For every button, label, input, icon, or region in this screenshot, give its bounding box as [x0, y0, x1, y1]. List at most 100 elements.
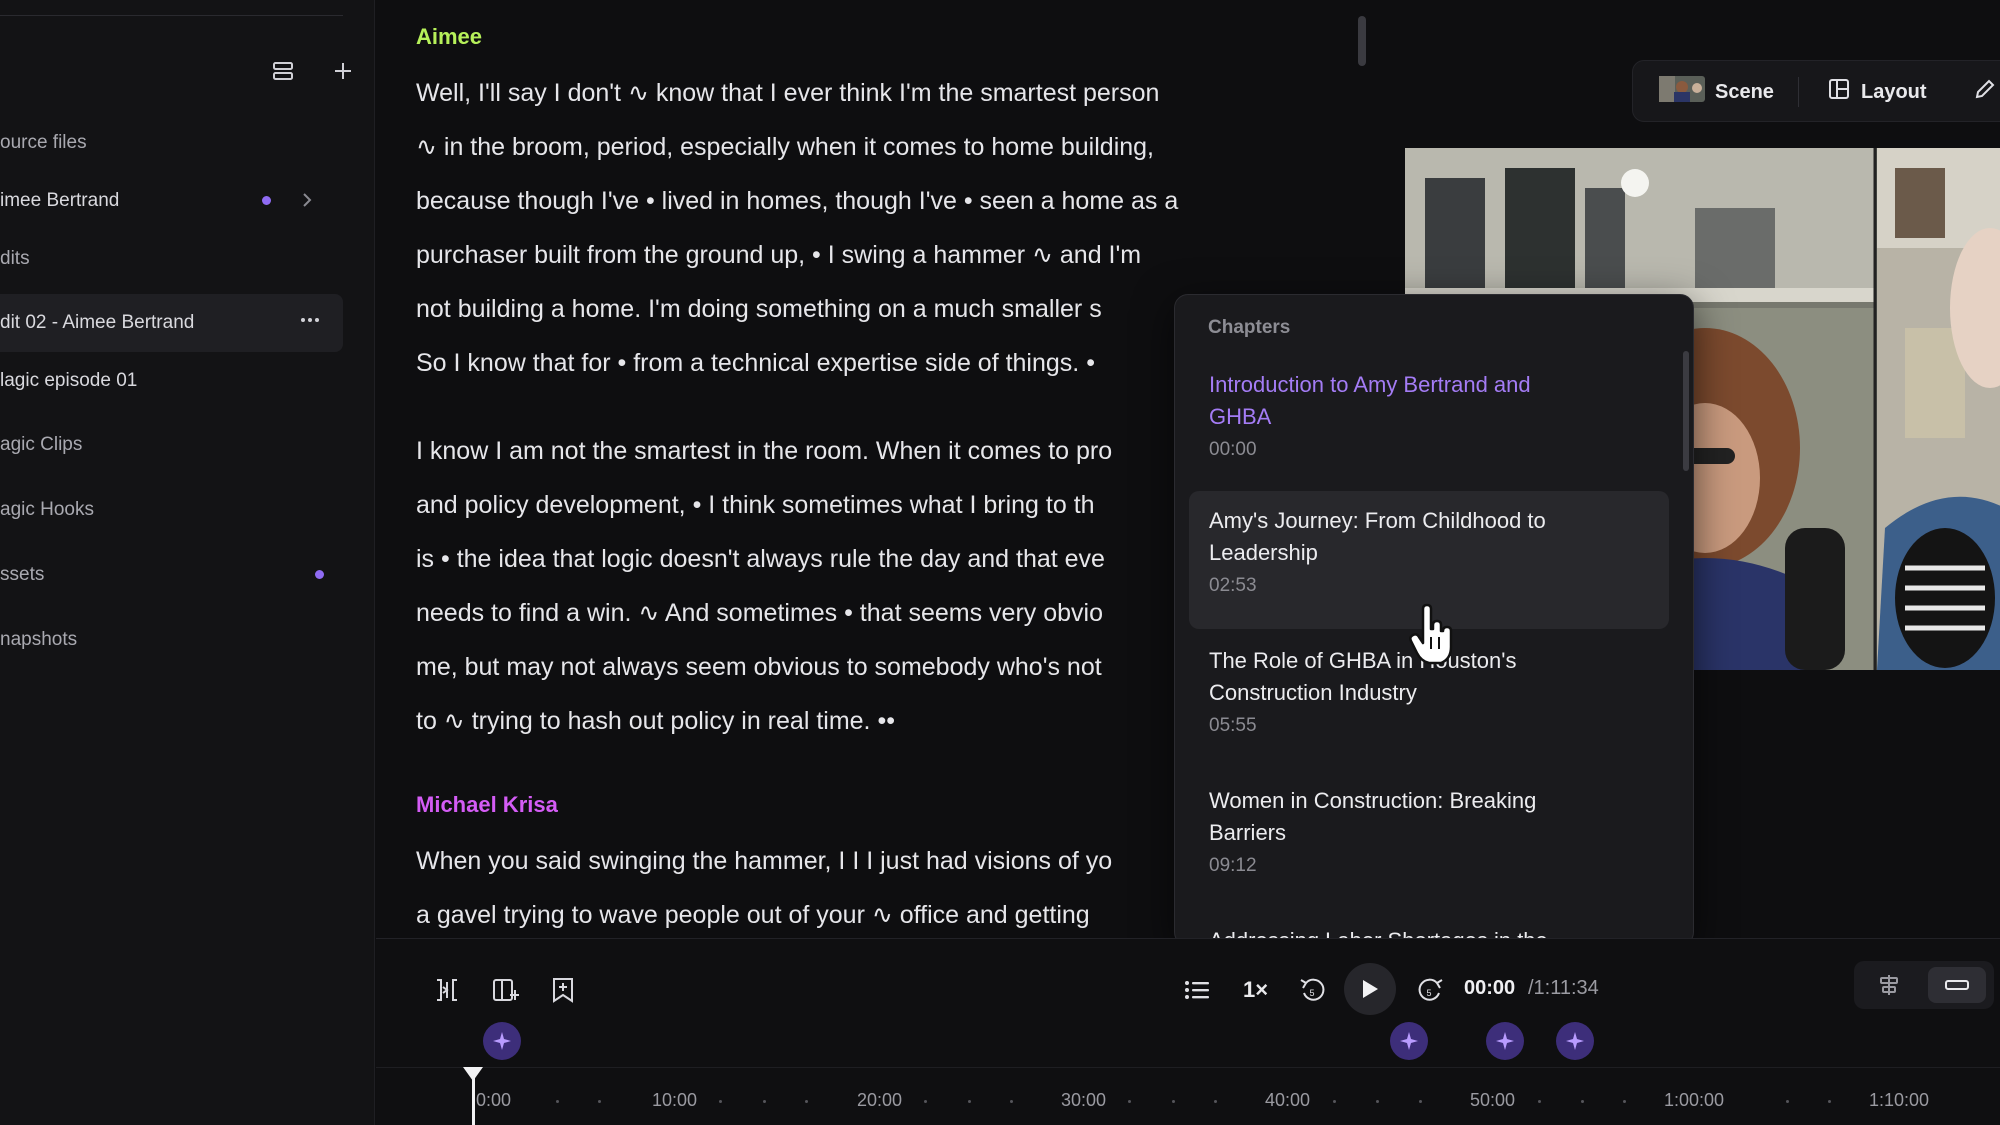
speaker-name: Aimee [416, 24, 483, 49]
timeline-label: 1:00:00 [1664, 1090, 1725, 1110]
transcript-line: ∿ in the broom, period, especially when … [416, 133, 1155, 161]
chapter-title: Women in Construction: Breaking Barriers [1209, 788, 1537, 845]
timeline-tick [1581, 1100, 1584, 1103]
chapter-time: 05:55 [1209, 715, 1257, 736]
sidebar-item-label: agic Clips [0, 434, 83, 455]
transcript-line: because though I've • lived in homes, th… [416, 187, 1179, 215]
timeline-label: 50:00 [1470, 1090, 1516, 1110]
sidebar-item-magic-clips[interactable]: agic Clips [0, 416, 343, 474]
sidebar-item-label: agic Hooks [0, 499, 94, 520]
ai-marker-icon[interactable] [483, 1022, 521, 1060]
chapters-title: Chapters [1208, 317, 1291, 338]
sidebar-item-label: dits [0, 248, 30, 269]
rewind-5-icon[interactable]: 5 [1296, 973, 1330, 1007]
timeline-label: 0:00 [476, 1090, 512, 1110]
timeline-tick [1623, 1100, 1626, 1103]
sidebar-item-label: dit 02 - Aimee Bertrand [0, 312, 195, 333]
sidebar-item-label: ssets [0, 564, 45, 585]
total-time: /1:11:34 [1528, 977, 1599, 999]
toolbar-divider [1798, 77, 1799, 107]
timeline-label: 40:00 [1265, 1090, 1311, 1110]
timeline-label: 1:10:00 [1869, 1090, 1930, 1110]
chapter-item[interactable]: Introduction to Amy Bertrand and GHBA 00:… [1189, 355, 1669, 461]
forward-5-icon[interactable]: 5 [1413, 973, 1447, 1007]
transcript-scrollbar[interactable] [1358, 16, 1366, 66]
timeline-label: 10:00 [652, 1090, 698, 1110]
player-controls: 1× 5 5 00:00 /1:11:34 0:00 10:00 20:00 3… [376, 938, 2000, 1125]
sidebar-item-magic-hooks[interactable]: agic Hooks [0, 481, 343, 539]
sidebar-list: ource files imee Bertrand dits dit 02 - … [0, 120, 343, 676]
timeline-ruler[interactable]: 0:00 10:00 20:00 30:00 40:00 50:00 1:00:… [376, 1067, 2000, 1125]
timeline-tick [924, 1100, 927, 1103]
add-icon[interactable] [328, 56, 358, 86]
chapters-scrollbar[interactable] [1683, 351, 1689, 471]
chapter-item[interactable]: Women in Construction: Breaking Barriers … [1189, 771, 1669, 877]
timeline-tick [805, 1100, 808, 1103]
timeline-tick [1333, 1100, 1336, 1103]
svg-text:5: 5 [1310, 988, 1315, 998]
hand-cursor-icon [1407, 603, 1455, 672]
transcript-line: purchaser built from the ground up, • I … [416, 241, 1142, 269]
edit-pen-button[interactable] [1973, 75, 1997, 109]
view-toggle [1854, 961, 1994, 1009]
sidebar-item-label: imee Bertrand [0, 190, 120, 211]
chapter-time: 00:00 [1209, 439, 1257, 460]
current-time: 00:00 [1464, 977, 1516, 999]
stack-view-icon[interactable] [268, 56, 298, 86]
ai-marker-icon[interactable] [1486, 1022, 1524, 1060]
playhead[interactable] [472, 1069, 475, 1125]
split-icon[interactable] [430, 973, 464, 1007]
chapters-list-icon[interactable] [1180, 973, 1214, 1007]
timeline-tick [1214, 1100, 1217, 1103]
timeline-tick [598, 1100, 601, 1103]
pen-icon [1973, 77, 1997, 107]
chapter-title: Introduction to Amy Bertrand and GHBA [1209, 372, 1531, 429]
chevron-right-icon[interactable] [300, 190, 314, 216]
status-dot [315, 570, 324, 579]
chapters-popup: Chapters Introduction to Amy Bertrand an… [1174, 294, 1694, 946]
sidebar-item-source-files[interactable]: ource files [0, 120, 343, 166]
transcript-line: Well, I'll say I don't ∿ know that I eve… [416, 79, 1160, 107]
bookmark-add-icon[interactable] [546, 973, 580, 1007]
sidebar-divider [0, 15, 343, 16]
chapter-time: 09:12 [1209, 855, 1257, 876]
sidebar-toolbar [268, 56, 358, 86]
playback-speed[interactable]: 1× [1243, 977, 1268, 1003]
timeline-tick [1786, 1100, 1789, 1103]
sidebar: ource files imee Bertrand dits dit 02 - … [0, 0, 375, 1125]
speaker-name: Michael Krisa [416, 792, 558, 817]
play-button[interactable] [1344, 963, 1396, 1015]
sidebar-item-label: lagic episode 01 [0, 370, 138, 391]
sidebar-item-label: ource files [0, 132, 87, 153]
layout-label: Layout [1861, 80, 1927, 103]
scene-label: Scene [1715, 80, 1774, 103]
sidebar-item-edits[interactable]: dits [0, 236, 343, 282]
more-options-icon[interactable] [298, 308, 322, 338]
timeline-tick [763, 1100, 766, 1103]
sidebar-item-aimee-bertrand[interactable]: imee Bertrand [0, 178, 343, 224]
ai-marker-icon[interactable] [1390, 1022, 1428, 1060]
timeline-tick [556, 1100, 559, 1103]
timeline-tick [1128, 1100, 1131, 1103]
ai-marker-icon[interactable] [1556, 1022, 1594, 1060]
timeline-tick [968, 1100, 971, 1103]
add-layout-icon[interactable] [488, 973, 522, 1007]
sidebar-item-magic-episode-01[interactable]: lagic episode 01 [0, 352, 343, 410]
preview-toolbar: Scene Layout [1632, 60, 2000, 122]
status-dot [262, 196, 271, 205]
align-center-view-icon[interactable] [1860, 967, 1918, 1003]
compact-view-icon[interactable] [1928, 967, 1986, 1003]
timeline-tick [1419, 1100, 1422, 1103]
sidebar-item-edit-02[interactable]: dit 02 - Aimee Bertrand [0, 294, 343, 352]
scene-button[interactable]: Scene [1659, 75, 1774, 109]
timeline-tick [1538, 1100, 1541, 1103]
timeline-label: 30:00 [1061, 1090, 1107, 1110]
sidebar-item-snapshots[interactable]: napshots [0, 611, 343, 669]
layout-button[interactable]: Layout [1827, 75, 1927, 109]
timeline-tick [1010, 1100, 1013, 1103]
scene-thumbnail-icon [1659, 76, 1705, 108]
layout-icon [1827, 77, 1851, 107]
sidebar-item-assets[interactable]: ssets [0, 546, 343, 604]
chapter-time: 02:53 [1209, 575, 1257, 596]
timeline-label: 20:00 [857, 1090, 903, 1110]
